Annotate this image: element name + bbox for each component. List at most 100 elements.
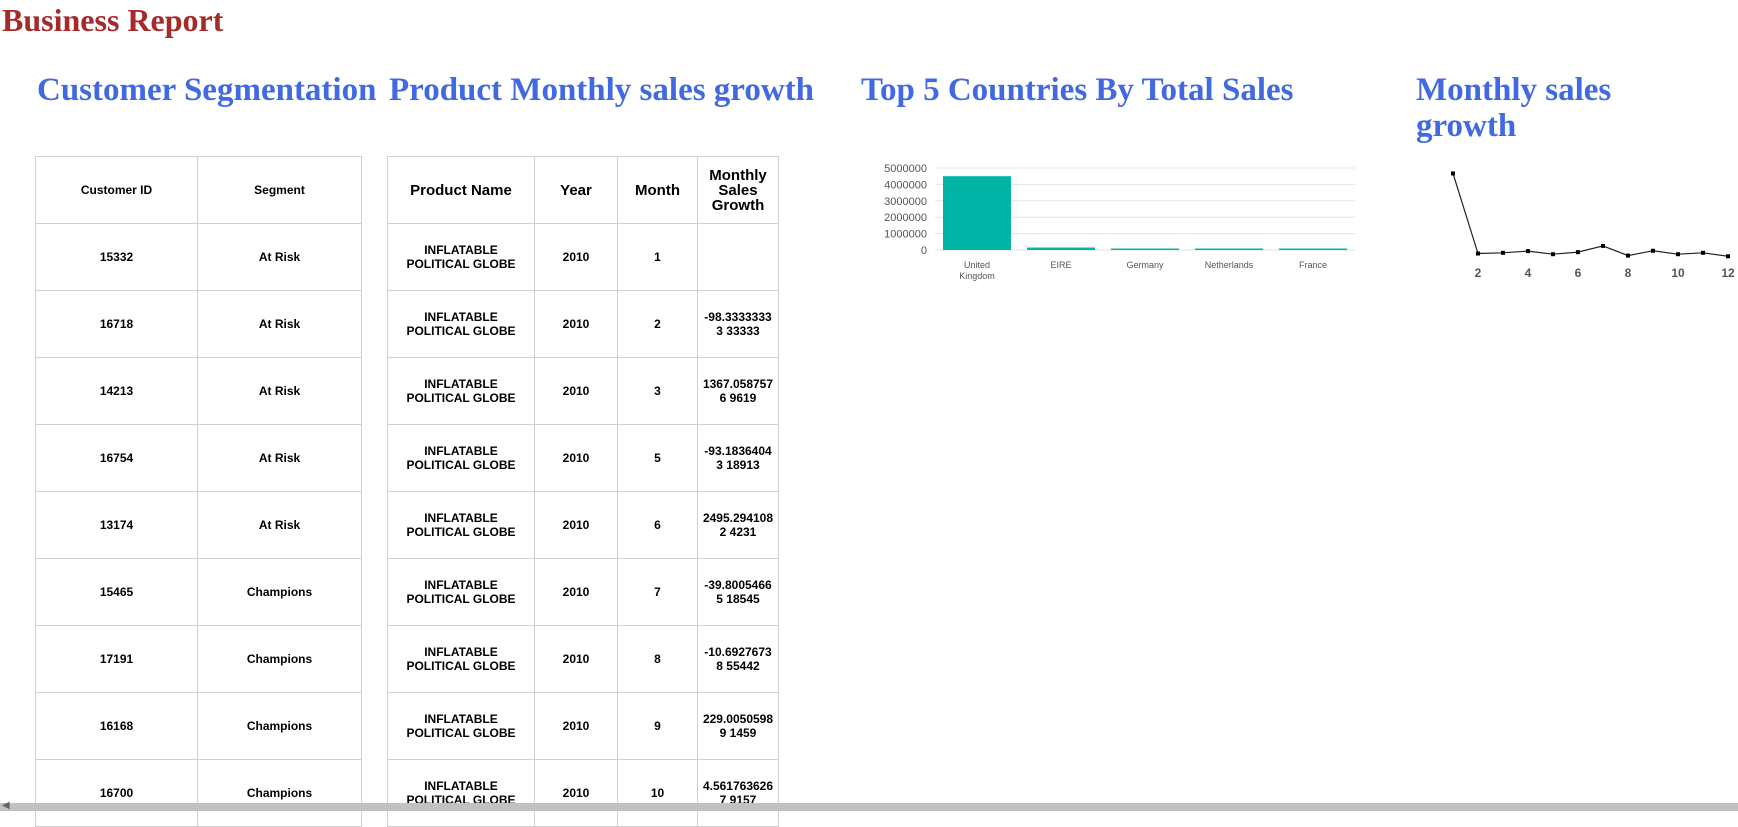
table-cell: 10 xyxy=(617,759,698,827)
data-point xyxy=(1726,254,1730,259)
table-row: INFLATABLE POLITICAL GLOBE 2010 7 -39.80054… xyxy=(387,558,779,626)
table-cell: 2010 xyxy=(534,424,618,492)
table-cell: 5 xyxy=(617,424,698,492)
data-point xyxy=(1451,171,1455,176)
table-cell: Champions xyxy=(197,558,362,626)
data-point xyxy=(1501,250,1505,255)
bar-eire xyxy=(1027,247,1095,250)
table-cell: 8 xyxy=(617,625,698,693)
table-cell: -98.33333333 33333 xyxy=(697,290,779,358)
table-cell: 16754 xyxy=(35,424,198,492)
table-cell: At Risk xyxy=(197,491,362,559)
table-row: 15465 Champions xyxy=(35,558,362,626)
column-header: Year xyxy=(534,156,618,224)
table-cell: 2 xyxy=(617,290,698,358)
data-point xyxy=(1476,251,1480,256)
table-row: INFLATABLE POLITICAL GLOBE 2010 3 1367.0587… xyxy=(387,357,779,425)
y-tick-label: 3000000 xyxy=(884,196,927,208)
table-cell: 6 xyxy=(617,491,698,559)
x-tick-label: 2 xyxy=(1475,266,1482,280)
table-cell: 17191 xyxy=(35,625,198,693)
table-cell: INFLATABLE POLITICAL GLOBE xyxy=(387,290,535,358)
table-cell: 1 xyxy=(617,223,698,291)
table-row: 14213 At Risk xyxy=(35,357,362,425)
bar-france xyxy=(1279,248,1347,250)
table-cell: -93.18364043 18913 xyxy=(697,424,779,492)
column-header: Customer ID xyxy=(35,156,198,224)
column-header: Monthly Sales Growth xyxy=(697,156,779,224)
table-cell: 16168 xyxy=(35,692,198,760)
data-point xyxy=(1551,252,1555,257)
table-cell: -10.69276738 55442 xyxy=(697,625,779,693)
table-row: INFLATABLE POLITICAL GLOBE 2010 1 xyxy=(387,223,779,291)
table-cell: 2010 xyxy=(534,223,618,291)
y-tick-label: 4000000 xyxy=(884,179,927,191)
table-cell: 2010 xyxy=(534,692,618,760)
x-tick-label: 12 xyxy=(1721,266,1735,280)
table-cell: 2010 xyxy=(534,357,618,425)
table-cell: 15332 xyxy=(35,223,198,291)
monthly-growth-line-chart: 2 4 6 8 10 12 xyxy=(1451,171,1735,280)
table-row: 16718 At Risk xyxy=(35,290,362,358)
table-cell: 2010 xyxy=(534,290,618,358)
product-table: Product Name Year Month Monthly Sales Gr… xyxy=(387,156,779,827)
data-point xyxy=(1626,253,1630,258)
table-cell: Champions xyxy=(197,625,362,693)
table-row: 15332 At Risk xyxy=(35,223,362,291)
x-tick-label: 8 xyxy=(1625,266,1632,280)
data-point xyxy=(1601,243,1605,248)
scroll-left-icon[interactable]: ◀ xyxy=(2,801,10,811)
table-cell: 229.00505989 1459 xyxy=(697,692,779,760)
y-tick-label: 2000000 xyxy=(884,212,927,224)
bar-germany xyxy=(1111,248,1179,250)
x-tick-label: France xyxy=(1299,260,1327,270)
top-countries-bar-chart: 5000000 4000000 3000000 2000000 1000000 0 Unit… xyxy=(884,163,1355,281)
table-cell: 4.5617636267 9157 xyxy=(697,759,779,827)
table-cell: INFLATABLE POLITICAL GLOBE xyxy=(387,625,535,693)
customer-table: Customer ID Segment 15332 At Risk 16718 At … xyxy=(35,156,362,827)
column-header: Month xyxy=(617,156,698,224)
y-tick-label: 0 xyxy=(921,245,927,257)
table-cell xyxy=(697,223,779,291)
y-tick-label: 1000000 xyxy=(884,229,927,241)
table-header-row: Product Name Year Month Monthly Sales Gr… xyxy=(387,156,779,224)
table-row: INFLATABLE POLITICAL GLOBE 2010 5 -93.18364… xyxy=(387,424,779,492)
table-cell: 14213 xyxy=(35,357,198,425)
table-cell: 1367.0587576 9619 xyxy=(697,357,779,425)
table-row: INFLATABLE POLITICAL GLOBE 2010 10 4.561763… xyxy=(387,759,779,827)
table-header-row: Customer ID Segment xyxy=(35,156,362,224)
x-tick-label: Netherlands xyxy=(1205,260,1254,270)
table-row: 16168 Champions xyxy=(35,692,362,760)
table-cell: INFLATABLE POLITICAL GLOBE xyxy=(387,692,535,760)
table-cell: 2010 xyxy=(534,759,618,827)
data-point xyxy=(1676,252,1680,257)
table-cell: INFLATABLE POLITICAL GLOBE xyxy=(387,491,535,559)
customer-segmentation-title: Customer Segmentation xyxy=(37,72,377,108)
table-cell: INFLATABLE POLITICAL GLOBE xyxy=(387,357,535,425)
table-cell: 13174 xyxy=(35,491,198,559)
table-cell: Champions xyxy=(197,759,362,827)
product-growth-title: Product Monthly sales growth xyxy=(389,72,815,108)
x-tick-label: 10 xyxy=(1671,266,1685,280)
table-cell: 2495.2941082 4231 xyxy=(697,491,779,559)
table-row: 16700 Champions xyxy=(35,759,362,827)
table-cell: 16700 xyxy=(35,759,198,827)
horizontal-scrollbar[interactable] xyxy=(0,803,1738,811)
x-tick-label: United Kingdom xyxy=(959,260,995,281)
table-cell: At Risk xyxy=(197,290,362,358)
table-cell: -39.80054665 18545 xyxy=(697,558,779,626)
report-title: Business Report xyxy=(2,2,224,38)
data-point xyxy=(1576,250,1580,255)
table-cell: 7 xyxy=(617,558,698,626)
table-cell: INFLATABLE POLITICAL GLOBE xyxy=(387,558,535,626)
series-line xyxy=(1452,173,1729,257)
table-cell: Champions xyxy=(197,692,362,760)
table-row: 13174 At Risk xyxy=(35,491,362,559)
table-row: INFLATABLE POLITICAL GLOBE 2010 9 229.00505… xyxy=(387,692,779,760)
table-cell: At Risk xyxy=(197,357,362,425)
x-tick-label: 4 xyxy=(1525,266,1532,280)
table-cell: 3 xyxy=(617,357,698,425)
table-row: INFLATABLE POLITICAL GLOBE 2010 6 2495.2941… xyxy=(387,491,779,559)
table-cell: 2010 xyxy=(534,491,618,559)
top-countries-title: Top 5 Countries By Total Sales xyxy=(861,72,1294,108)
